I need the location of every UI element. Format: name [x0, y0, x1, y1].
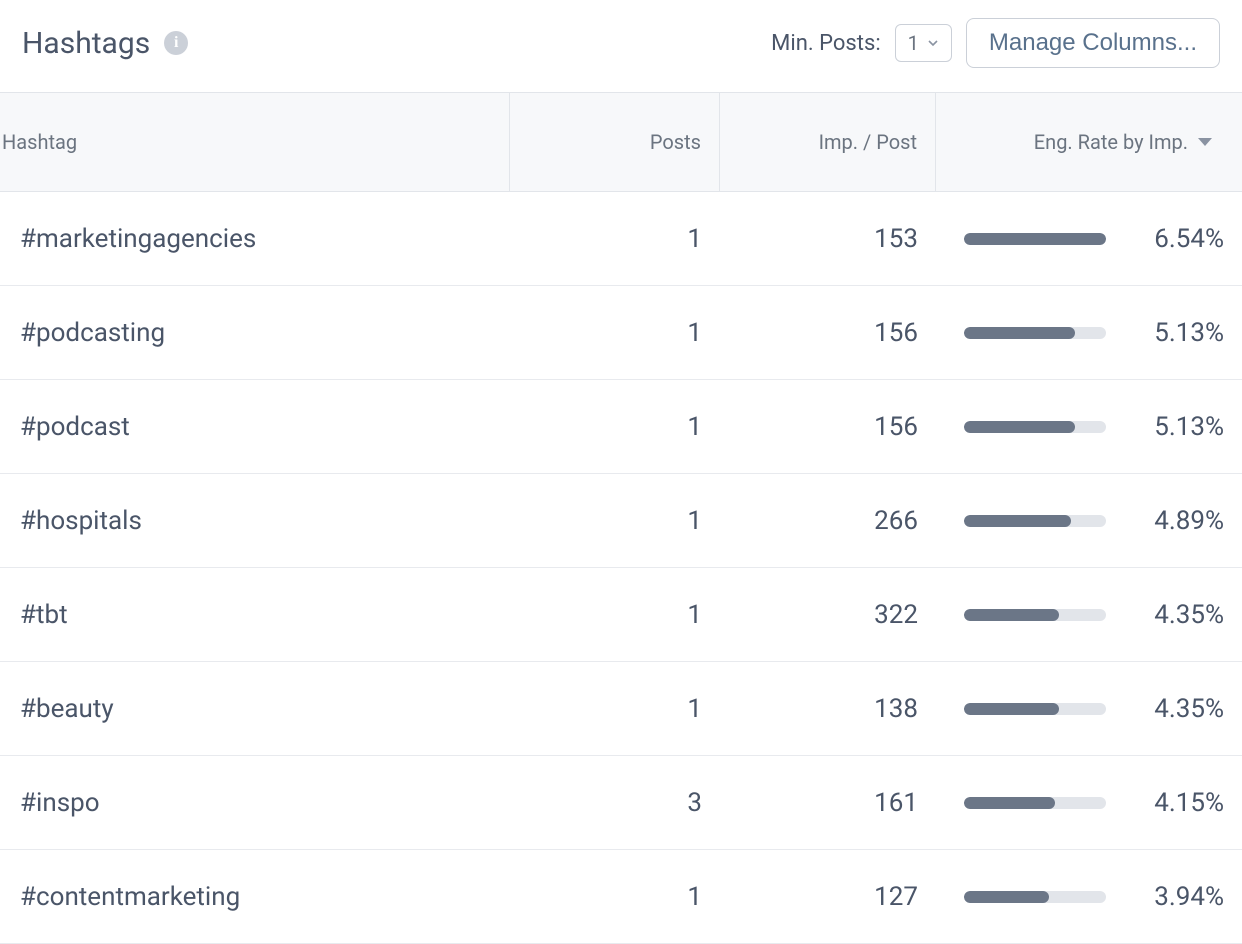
column-header-hashtag[interactable]: Hashtag: [0, 93, 510, 191]
eng-rate-cell: 4.35%: [936, 694, 1242, 724]
posts-cell: 1: [510, 600, 720, 630]
eng-rate-bar-fill: [964, 515, 1071, 527]
eng-rate-cell: 4.35%: [936, 600, 1242, 630]
table-row[interactable]: #beauty1138 4.35%: [0, 662, 1242, 756]
posts-cell: 1: [510, 318, 720, 348]
eng-rate-value: 5.13%: [1124, 412, 1224, 442]
eng-rate-cell: 6.54%: [936, 224, 1242, 254]
eng-rate-value: 4.35%: [1124, 600, 1224, 630]
info-icon[interactable]: i: [164, 31, 188, 55]
hashtag-cell: #marketingagencies: [0, 224, 510, 254]
eng-rate-bar: [964, 703, 1106, 715]
eng-rate-bar-fill: [964, 233, 1106, 245]
posts-cell: 1: [510, 412, 720, 442]
eng-rate-bar-fill: [964, 703, 1059, 715]
hashtag-cell: #beauty: [0, 694, 510, 724]
header-left: Hashtags i: [22, 26, 188, 61]
hashtag-cell: #hospitals: [0, 506, 510, 536]
imp-per-post-cell: 322: [720, 600, 936, 630]
column-header-imp-per-post[interactable]: Imp. / Post: [720, 93, 936, 191]
hashtag-cell: #podcasting: [0, 318, 510, 348]
eng-rate-cell: 4.15%: [936, 788, 1242, 818]
imp-per-post-cell: 156: [720, 318, 936, 348]
imp-per-post-cell: 161: [720, 788, 936, 818]
table-header-row: Hashtag Posts Imp. / Post Eng. Rate by I…: [0, 92, 1242, 192]
eng-rate-value: 3.94%: [1124, 882, 1224, 912]
imp-per-post-cell: 127: [720, 882, 936, 912]
eng-rate-value: 4.89%: [1124, 506, 1224, 536]
imp-per-post-cell: 266: [720, 506, 936, 536]
page-title: Hashtags: [22, 26, 150, 61]
eng-rate-cell: 5.13%: [936, 318, 1242, 348]
posts-cell: 3: [510, 788, 720, 818]
eng-rate-bar-fill: [964, 609, 1059, 621]
column-header-eng-rate-label: Eng. Rate by Imp.: [1034, 130, 1188, 154]
eng-rate-bar-fill: [964, 421, 1075, 433]
min-posts-select[interactable]: 1: [895, 24, 952, 62]
posts-cell: 1: [510, 506, 720, 536]
min-posts-label: Min. Posts:: [771, 31, 880, 56]
hashtag-cell: #podcast: [0, 412, 510, 442]
eng-rate-bar: [964, 891, 1106, 903]
table-row[interactable]: #inspo3161 4.15%: [0, 756, 1242, 850]
hashtag-cell: #tbt: [0, 600, 510, 630]
eng-rate-cell: 3.94%: [936, 882, 1242, 912]
manage-columns-button[interactable]: Manage Columns...: [966, 18, 1220, 68]
eng-rate-value: 5.13%: [1124, 318, 1224, 348]
eng-rate-bar: [964, 421, 1106, 433]
table-row[interactable]: #marketingagencies1153 6.54%: [0, 192, 1242, 286]
eng-rate-value: 4.15%: [1124, 788, 1224, 818]
eng-rate-bar-fill: [964, 797, 1055, 809]
eng-rate-cell: 4.89%: [936, 506, 1242, 536]
hashtag-cell: #inspo: [0, 788, 510, 818]
eng-rate-value: 4.35%: [1124, 694, 1224, 724]
eng-rate-cell: 5.13%: [936, 412, 1242, 442]
table-row[interactable]: #hospitals1266 4.89%: [0, 474, 1242, 568]
hashtag-cell: #contentmarketing: [0, 882, 510, 912]
eng-rate-bar: [964, 797, 1106, 809]
table-row[interactable]: #podcast1156 5.13%: [0, 380, 1242, 474]
eng-rate-bar-fill: [964, 327, 1075, 339]
table-row[interactable]: #tbt1322 4.35%: [0, 568, 1242, 662]
imp-per-post-cell: 138: [720, 694, 936, 724]
eng-rate-bar-fill: [964, 891, 1049, 903]
posts-cell: 1: [510, 882, 720, 912]
column-header-eng-rate[interactable]: Eng. Rate by Imp.: [936, 93, 1242, 191]
table-row[interactable]: #podcasting1156 5.13%: [0, 286, 1242, 380]
eng-rate-bar: [964, 233, 1106, 245]
eng-rate-bar: [964, 609, 1106, 621]
sort-desc-icon: [1198, 138, 1212, 146]
column-header-posts[interactable]: Posts: [510, 93, 720, 191]
eng-rate-bar: [964, 515, 1106, 527]
eng-rate-value: 6.54%: [1124, 224, 1224, 254]
posts-cell: 1: [510, 224, 720, 254]
imp-per-post-cell: 156: [720, 412, 936, 442]
eng-rate-bar: [964, 327, 1106, 339]
min-posts-value: 1: [908, 31, 919, 55]
posts-cell: 1: [510, 694, 720, 724]
header-right: Min. Posts: 1 Manage Columns...: [771, 18, 1220, 68]
page-header: Hashtags i Min. Posts: 1 Manage Columns.…: [0, 0, 1242, 92]
imp-per-post-cell: 153: [720, 224, 936, 254]
table-body: #marketingagencies11536.54%#podcasting11…: [0, 192, 1242, 944]
chevron-down-icon: [927, 37, 939, 49]
